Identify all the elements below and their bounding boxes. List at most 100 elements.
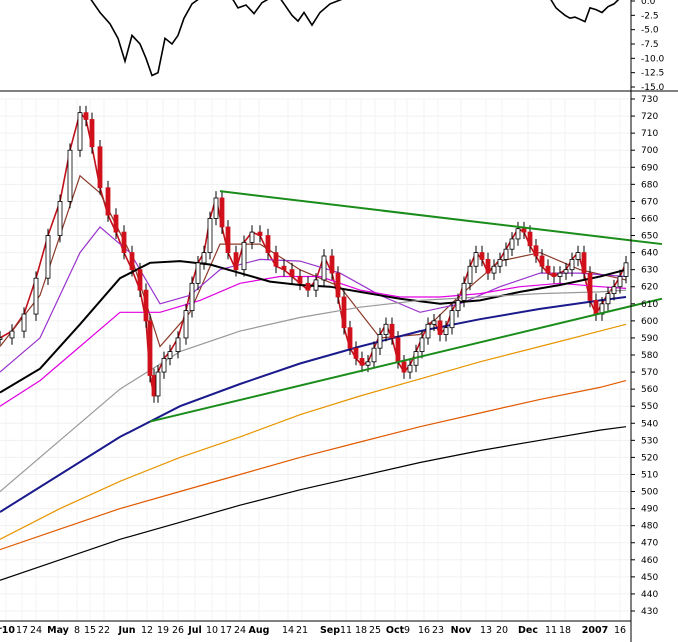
price-y-tick-label: 530 xyxy=(641,436,658,446)
candle-up xyxy=(321,255,327,281)
candle-down xyxy=(389,323,395,339)
x-tick-label: 16 xyxy=(418,625,430,636)
x-tick-label: 18 xyxy=(559,625,571,636)
candle-down xyxy=(347,327,353,349)
stock-chart: 0.0 -2.5 -5.0 -7.5 -10.0 -12.5 -15.0 730 720 710 7… xyxy=(0,0,678,642)
candle-up xyxy=(431,320,437,325)
price-y-tick-label: 440 xyxy=(641,590,658,600)
price-y-tick-label: 460 xyxy=(641,556,658,566)
candle-up xyxy=(67,149,73,202)
candle-down xyxy=(225,226,231,254)
candle-up xyxy=(491,265,497,274)
price-y-tick-label: 700 xyxy=(641,146,658,156)
x-tick-label: Jun xyxy=(117,625,135,636)
candle-up xyxy=(497,259,503,267)
candle-down xyxy=(587,272,593,301)
candle-down xyxy=(129,252,135,271)
candle-up xyxy=(407,364,413,373)
candle-down xyxy=(83,112,89,120)
candle-up xyxy=(443,327,449,335)
candle-up xyxy=(189,282,195,312)
candle-up xyxy=(195,262,201,284)
price-y-tick-label: 520 xyxy=(641,453,658,463)
candle-down xyxy=(105,187,111,216)
candle-down xyxy=(137,269,143,291)
candle-up xyxy=(201,252,207,264)
price-y-tick-label: 710 xyxy=(641,129,658,139)
osc-y-tick-label: -12.5 xyxy=(641,69,664,79)
candle-up xyxy=(605,293,611,305)
x-tick-label: 13 xyxy=(480,625,492,636)
candle-down xyxy=(479,252,485,260)
candle-up xyxy=(557,272,563,277)
x-tick-label: 15 xyxy=(84,625,96,636)
candle-up xyxy=(249,231,255,243)
candle-down xyxy=(329,255,335,274)
price-y-tick-label: 560 xyxy=(641,385,658,395)
candle-up xyxy=(623,262,629,277)
x-tick-label: Aug xyxy=(249,625,270,636)
price-y-tick-label: 690 xyxy=(641,163,658,173)
candle-up xyxy=(155,371,161,397)
candle-up xyxy=(57,200,63,236)
x-tick-label: 20 xyxy=(496,625,508,636)
candle-down xyxy=(281,265,287,271)
x-tick-label: 17 xyxy=(16,625,28,636)
price-y-tick-label: 500 xyxy=(641,488,658,498)
x-tick-label: 11 xyxy=(340,625,352,636)
candle-up xyxy=(161,358,167,373)
osc-y-tick-label: -5.0 xyxy=(641,26,659,36)
candle-down xyxy=(551,272,557,277)
candle-up xyxy=(425,323,431,339)
x-tick-label: 21 xyxy=(296,625,308,636)
x-tick-label: 25 xyxy=(369,625,381,636)
x-tick-label: 24 xyxy=(30,625,42,636)
candle-down xyxy=(581,252,587,274)
x-tick-label: 24 xyxy=(234,625,246,636)
x-tick-label: 12 xyxy=(141,625,153,636)
candle-up xyxy=(77,112,83,151)
candle-down xyxy=(485,259,491,274)
candle-up xyxy=(569,259,575,271)
candle-down xyxy=(89,119,95,148)
candle-up xyxy=(241,241,247,271)
candle-down xyxy=(359,358,365,366)
price-y-tick-label: 640 xyxy=(641,249,658,259)
candle-down xyxy=(151,375,157,397)
x-tick-label: 14 xyxy=(282,625,294,636)
candle-up xyxy=(467,265,473,284)
x-tick-label: r10 xyxy=(0,625,15,636)
candle-down xyxy=(219,197,225,228)
candle-down xyxy=(265,235,271,254)
price-y-tick-label: 670 xyxy=(641,197,658,207)
candle-up xyxy=(9,330,15,339)
x-tick-label: 19 xyxy=(157,625,169,636)
price-y-tick-label: 470 xyxy=(641,539,658,549)
candle-up xyxy=(515,228,521,240)
x-tick-label: 11 xyxy=(545,625,557,636)
candle-up xyxy=(175,337,181,352)
candle-down xyxy=(289,269,295,277)
candle-up xyxy=(563,269,569,274)
price-y-tick-label: 490 xyxy=(641,505,658,515)
x-tick-label: 18 xyxy=(355,625,367,636)
price-y-tick-label: 720 xyxy=(641,112,658,122)
price-y-tick-label: 430 xyxy=(641,607,658,617)
price-y-tick-label: 600 xyxy=(641,317,658,327)
price-y-tick-label: 570 xyxy=(641,368,658,378)
candle-up xyxy=(33,277,39,315)
x-tick-label: Sep xyxy=(320,625,340,636)
candle-down xyxy=(297,276,303,284)
candle-up xyxy=(419,337,425,352)
candle-up xyxy=(617,276,623,288)
price-y-tick-label: 680 xyxy=(641,180,658,190)
x-tick-label: Nov xyxy=(451,625,472,636)
osc-y-tick-label: 0.0 xyxy=(641,0,656,7)
candle-up xyxy=(509,238,515,250)
x-tick-label: 9 xyxy=(404,625,410,636)
candle-down xyxy=(527,231,533,247)
candle-down xyxy=(341,296,347,329)
x-tick-label: 17 xyxy=(220,625,232,636)
price-y-tick-label: 650 xyxy=(641,232,658,242)
candle-down xyxy=(113,214,119,233)
